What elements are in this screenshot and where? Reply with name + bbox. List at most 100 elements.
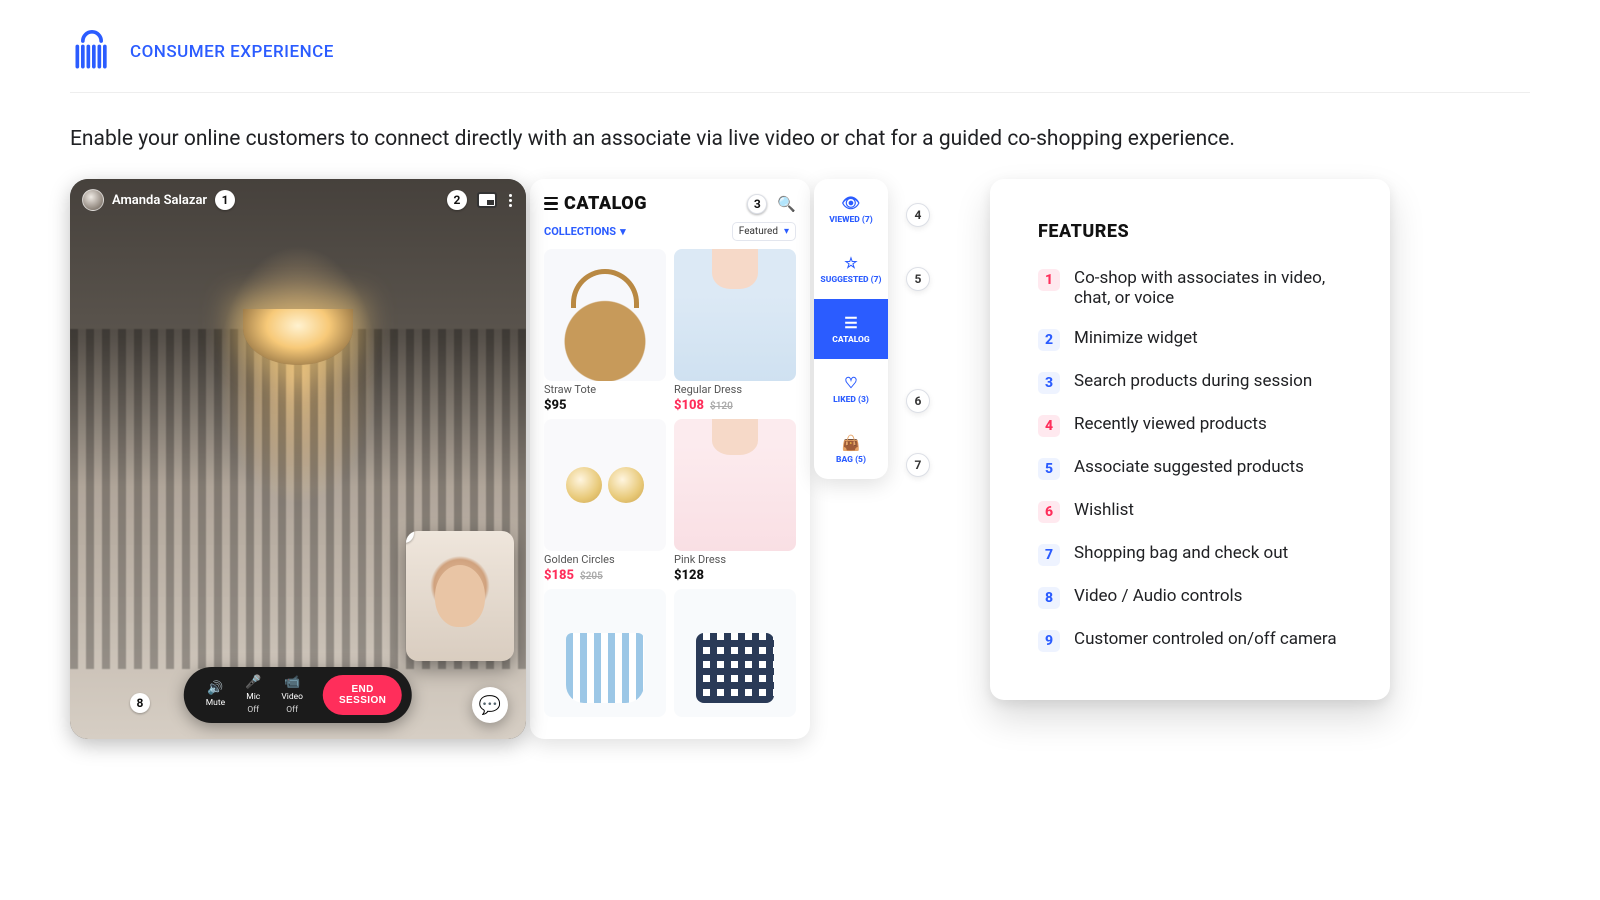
- app-screenshot: Amanda Salazar 1 2 9 8: [70, 179, 930, 739]
- catalog-panel: CATALOG 3 🔍 COLLECTIONS ▾ Featured ▾: [530, 179, 810, 739]
- feature-text: Customer controled on/off camera: [1074, 629, 1337, 649]
- product-card[interactable]: Golden Circles $185 $205: [544, 419, 666, 583]
- search-icon[interactable]: 🔍: [777, 195, 796, 213]
- product-thumb: [674, 589, 796, 717]
- feature-item: 7Shopping bag and check out: [1038, 543, 1342, 566]
- product-price: $108: [674, 398, 704, 413]
- feature-number: 3: [1038, 372, 1060, 394]
- feature-item: 4 Recently viewed products: [1038, 414, 1342, 437]
- heart-icon: ♡: [844, 374, 857, 392]
- feature-number: 6: [1038, 501, 1060, 523]
- mute-button[interactable]: 🔊 Mute: [206, 682, 225, 708]
- mic-icon: 🎤: [245, 676, 261, 689]
- product-card[interactable]: Pink Dress $128: [674, 419, 796, 583]
- feature-item: 8 Video / Audio controls: [1038, 586, 1342, 609]
- product-card[interactable]: Regular Dress $108 $120: [674, 249, 796, 413]
- feature-item: 2 Minimize widget: [1038, 328, 1342, 351]
- product-card[interactable]: [674, 589, 796, 717]
- callout-badge-3: 3: [747, 194, 767, 214]
- kebab-menu-icon[interactable]: [507, 192, 514, 209]
- video-label: Video: [281, 692, 303, 702]
- product-name: Straw Tote: [544, 383, 666, 396]
- product-price: $95: [544, 398, 666, 413]
- rail-catalog[interactable]: ☰ CATALOG: [814, 299, 888, 359]
- chat-fab[interactable]: 💬: [472, 687, 508, 723]
- feature-number: 8: [1038, 587, 1060, 609]
- feature-number: 2: [1038, 329, 1060, 351]
- rail-label: VIEWED (7): [829, 215, 873, 225]
- chat-icon: 💬: [479, 695, 501, 716]
- product-thumb: [544, 589, 666, 717]
- intro-text: Enable your online customers to connect …: [70, 93, 1530, 179]
- callout-badge-6: 6: [906, 389, 930, 413]
- feature-text: Recently viewed products: [1074, 414, 1267, 434]
- video-state: Off: [286, 705, 298, 715]
- rail-suggested[interactable]: ☆ SUGGESTED (7): [814, 239, 888, 299]
- collections-dropdown[interactable]: COLLECTIONS ▾: [544, 225, 626, 238]
- product-price: $128: [674, 568, 796, 583]
- bag-icon: 👜: [842, 434, 861, 452]
- mic-state: Off: [247, 705, 259, 715]
- feature-item: 3 Search products during session: [1038, 371, 1342, 394]
- av-controls: 🔊 Mute 🎤 Mic Off 📹 Video Off END SESSION: [184, 667, 412, 723]
- product-card[interactable]: Straw Tote $95: [544, 249, 666, 413]
- end-session-button[interactable]: END SESSION: [323, 675, 402, 715]
- features-title: FEATURES: [1038, 221, 1342, 242]
- feature-item: 5 Associate suggested products: [1038, 457, 1342, 480]
- chevron-down-icon: ▾: [784, 226, 789, 237]
- page-header: CONSUMER EXPERIENCE: [70, 30, 1530, 93]
- minimize-icon[interactable]: [477, 192, 497, 208]
- feature-text: Search products during session: [1074, 371, 1312, 391]
- video-button[interactable]: 📹 Video Off: [281, 676, 303, 715]
- chevron-down-icon: ▾: [620, 225, 626, 238]
- feature-number: 9: [1038, 630, 1060, 652]
- rail-liked[interactable]: ♡ LIKED (3): [814, 359, 888, 419]
- collections-label: COLLECTIONS: [544, 225, 616, 238]
- product-thumb: [674, 249, 796, 381]
- sort-dropdown[interactable]: Featured ▾: [732, 222, 796, 241]
- feature-item: 9 Customer controled on/off camera: [1038, 629, 1342, 652]
- feature-text: Co-shop with associates in video, chat, …: [1074, 268, 1342, 308]
- feature-item: 1Co-shop with associates in video, chat,…: [1038, 268, 1342, 308]
- callout-badge-4: 4: [906, 203, 930, 227]
- callout-badge-7: 7: [906, 453, 930, 477]
- product-old-price: $120: [710, 401, 733, 412]
- product-name: Pink Dress: [674, 553, 796, 566]
- product-card[interactable]: [544, 589, 666, 717]
- video-icon: 📹: [284, 676, 300, 689]
- product-thumb: [544, 249, 666, 381]
- callout-badge-1: 1: [215, 190, 235, 210]
- page-title: CONSUMER EXPERIENCE: [130, 42, 334, 62]
- features-list: 1Co-shop with associates in video, chat,…: [1038, 268, 1342, 652]
- rail-label: SUGGESTED (7): [820, 275, 881, 285]
- rail-viewed[interactable]: 👁 VIEWED (7): [814, 179, 888, 239]
- brand-logo-icon: [70, 30, 114, 74]
- rail-bag[interactable]: 👜 BAG (5): [814, 419, 888, 479]
- product-name: Regular Dress: [674, 383, 796, 396]
- side-rail: 👁 VIEWED (7) ☆ SUGGESTED (7) ☰ CATALOG ♡…: [814, 179, 888, 479]
- mic-button[interactable]: 🎤 Mic Off: [245, 676, 261, 715]
- mic-label: Mic: [246, 692, 260, 702]
- associate-name: Amanda Salazar: [112, 193, 207, 208]
- feature-number: 7: [1038, 544, 1060, 566]
- features-card: FEATURES 1Co-shop with associates in vid…: [990, 179, 1390, 700]
- video-call-panel: Amanda Salazar 1 2 9 8: [70, 179, 526, 739]
- feature-item: 6 Wishlist: [1038, 500, 1342, 523]
- mute-label: Mute: [206, 698, 225, 708]
- callout-badge-5: 5: [906, 267, 930, 291]
- product-name: Golden Circles: [544, 553, 666, 566]
- star-icon: ☆: [844, 254, 857, 272]
- rail-label: LIKED (3): [833, 395, 869, 405]
- feature-text: Associate suggested products: [1074, 457, 1304, 477]
- product-thumb: [674, 419, 796, 551]
- feature-number: 5: [1038, 458, 1060, 480]
- feature-text: Minimize widget: [1074, 328, 1198, 348]
- feature-text: Wishlist: [1074, 500, 1134, 520]
- self-view[interactable]: 9: [406, 531, 514, 661]
- feature-text: Video / Audio controls: [1074, 586, 1242, 606]
- list-icon[interactable]: [544, 197, 558, 211]
- list-icon: ☰: [844, 314, 857, 332]
- feature-number: 4: [1038, 415, 1060, 437]
- rail-label: BAG (5): [836, 455, 866, 465]
- eye-icon: 👁: [841, 194, 860, 212]
